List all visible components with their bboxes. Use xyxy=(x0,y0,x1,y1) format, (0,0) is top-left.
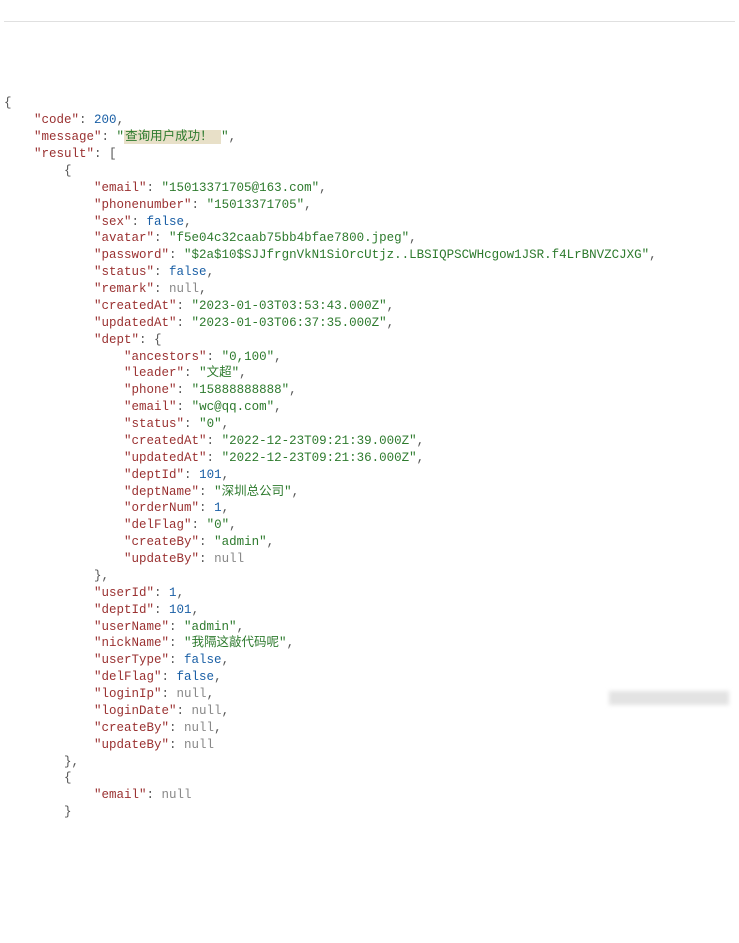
json-string: "admin" xyxy=(214,535,267,549)
json-string: "$2a$10$SJJfrgnVkN1SiOrcUtjz..LBSIQPSCWH… xyxy=(184,248,649,262)
json-key: "sex" xyxy=(94,215,132,229)
json-boolean: false xyxy=(169,265,207,279)
json-number: 1 xyxy=(214,501,222,515)
json-string: "2022-12-23T09:21:36.000Z" xyxy=(222,451,417,465)
json-null: null xyxy=(169,282,199,296)
json-key: "deptName" xyxy=(124,485,199,499)
json-string: "2023-01-03T03:53:43.000Z" xyxy=(192,299,387,313)
json-number: 1 xyxy=(169,586,177,600)
json-key: "phone" xyxy=(124,383,177,397)
json-string: "0,100" xyxy=(222,350,275,364)
json-key: "email" xyxy=(124,400,177,414)
json-key: "userName" xyxy=(94,620,169,634)
json-null: null xyxy=(192,704,222,718)
json-string: "wc@qq.com" xyxy=(192,400,275,414)
json-boolean: false xyxy=(177,670,215,684)
json-key: "email" xyxy=(94,788,147,802)
json-key: "createBy" xyxy=(124,535,199,549)
json-key: "remark" xyxy=(94,282,154,296)
json-string: "文超" xyxy=(199,366,239,380)
json-null: null xyxy=(162,788,192,802)
json-key: "updatedAt" xyxy=(124,451,207,465)
json-key: "delFlag" xyxy=(94,670,162,684)
json-null: null xyxy=(184,721,214,735)
json-key: "createdAt" xyxy=(124,434,207,448)
json-key: "result" xyxy=(34,147,94,161)
json-key: "deptId" xyxy=(94,603,154,617)
json-null: null xyxy=(177,687,207,701)
json-key: "updateBy" xyxy=(94,738,169,752)
json-string: "我隔这敲代码呢" xyxy=(184,636,287,650)
json-key: "createdAt" xyxy=(94,299,177,313)
json-boolean: false xyxy=(184,653,222,667)
json-boolean: false xyxy=(147,215,185,229)
json-number: 200 xyxy=(94,113,117,127)
top-divider xyxy=(4,21,735,24)
json-number: 101 xyxy=(199,468,222,482)
json-key: "loginDate" xyxy=(94,704,177,718)
json-key: "createBy" xyxy=(94,721,169,735)
json-string: "深圳总公司" xyxy=(214,485,292,499)
json-string: "0" xyxy=(207,518,230,532)
json-key: "deptId" xyxy=(124,468,184,482)
json-key: "code" xyxy=(34,113,79,127)
json-key: "message" xyxy=(34,130,102,144)
json-key: "nickName" xyxy=(94,636,169,650)
json-key: "orderNum" xyxy=(124,501,199,515)
json-null: null xyxy=(214,552,244,566)
json-key: "phonenumber" xyxy=(94,198,192,212)
json-string: "15888888888" xyxy=(192,383,290,397)
json-key: "delFlag" xyxy=(124,518,192,532)
json-key: "updateBy" xyxy=(124,552,199,566)
json-number: 101 xyxy=(169,603,192,617)
json-key: "loginIp" xyxy=(94,687,162,701)
json-key: "userType" xyxy=(94,653,169,667)
json-string: "2022-12-23T09:21:39.000Z" xyxy=(222,434,417,448)
json-string: "2023-01-03T06:37:35.000Z" xyxy=(192,316,387,330)
json-string: "f5e04c32caab75bb4bfae7800.jpeg" xyxy=(169,231,409,245)
json-key: "status" xyxy=(124,417,184,431)
json-string: "admin" xyxy=(184,620,237,634)
json-key: "ancestors" xyxy=(124,350,207,364)
json-null: null xyxy=(184,738,214,752)
json-string: "0" xyxy=(199,417,222,431)
json-key: "email" xyxy=(94,181,147,195)
json-key: "dept" xyxy=(94,333,139,347)
json-key: "userId" xyxy=(94,586,154,600)
json-string: "15013371705" xyxy=(207,198,305,212)
json-key: "password" xyxy=(94,248,169,262)
json-string-highlighted: 查询用户成功！ xyxy=(124,130,221,144)
json-string: "15013371705@163.com" xyxy=(162,181,320,195)
json-key: "avatar" xyxy=(94,231,154,245)
json-response-body[interactable]: { "code": 200, "message": "查询用户成功！ ", "r… xyxy=(4,95,735,838)
json-key: "status" xyxy=(94,265,154,279)
json-key: "leader" xyxy=(124,366,184,380)
json-key: "updatedAt" xyxy=(94,316,177,330)
